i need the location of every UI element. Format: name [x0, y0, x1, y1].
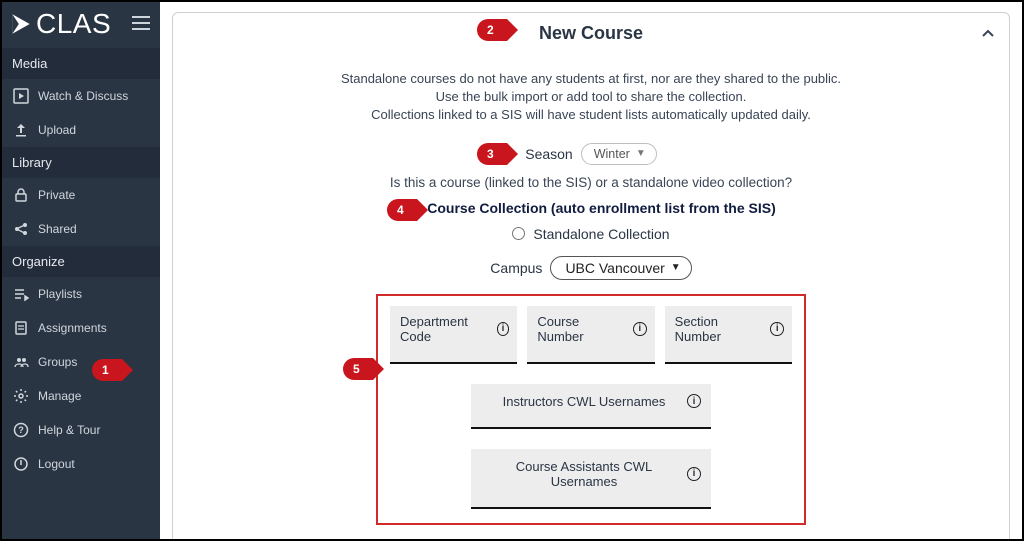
- logo: CLAS: [8, 8, 111, 40]
- upload-icon: [12, 121, 30, 139]
- course-fields-box: Department Code i Course Number i Sectio…: [376, 294, 806, 525]
- share-icon: [12, 220, 30, 238]
- radio-course-label: Course Collection (auto enrollment list …: [427, 200, 775, 216]
- campus-value: UBC Vancouver: [565, 260, 664, 276]
- main-panel: 2 New Course Standalone courses do not h…: [160, 2, 1022, 539]
- dept-code-label: Department Code: [400, 314, 491, 344]
- callout-2: 2: [477, 19, 507, 41]
- sidebar-item-label: Upload: [38, 123, 76, 137]
- campus-label: Campus: [490, 260, 542, 276]
- sidebar-item-upload[interactable]: Upload: [2, 113, 160, 147]
- sidebar-item-label: Shared: [38, 222, 77, 236]
- callout-4: 4: [387, 199, 417, 221]
- chevron-down-icon: ▼: [671, 262, 681, 273]
- radio-standalone-label: Standalone Collection: [533, 226, 669, 242]
- info-icon[interactable]: i: [497, 322, 510, 336]
- lock-icon: [12, 186, 30, 204]
- play-box-icon: [12, 87, 30, 105]
- help-icon: ?: [12, 421, 30, 439]
- sidebar-item-label: Help & Tour: [38, 423, 100, 437]
- campus-select[interactable]: UBC Vancouver ▼: [550, 256, 691, 280]
- chevron-down-icon: ▼: [636, 148, 646, 159]
- sidebar: CLAS Media Watch & Discuss Upload Librar…: [2, 2, 160, 539]
- info-icon[interactable]: i: [687, 467, 701, 481]
- sidebar-item-private[interactable]: Private: [2, 178, 160, 212]
- sidebar-section-library: Library: [2, 147, 160, 178]
- instructors-input[interactable]: Instructors CWL Usernames i: [471, 384, 711, 429]
- info-icon[interactable]: i: [770, 322, 784, 336]
- section-number-label: Section Number: [675, 314, 765, 344]
- season-select[interactable]: Winter ▼: [581, 143, 657, 165]
- sidebar-item-shared[interactable]: Shared: [2, 212, 160, 246]
- callout-1: 1: [92, 359, 122, 381]
- sidebar-item-help[interactable]: ? Help & Tour: [2, 413, 160, 447]
- sidebar-item-label: Assignments: [38, 321, 107, 335]
- groups-icon: [12, 353, 30, 371]
- callout-3: 3: [477, 143, 507, 165]
- radio-standalone-collection[interactable]: [512, 227, 525, 240]
- sidebar-section-organize: Organize: [2, 246, 160, 277]
- hint-text: Standalone courses do not have any stude…: [173, 54, 1009, 131]
- season-label: Season: [525, 146, 572, 162]
- sidebar-item-label: Manage: [38, 389, 81, 403]
- sidebar-item-groups[interactable]: Groups: [2, 345, 160, 379]
- sidebar-item-label: Groups: [38, 355, 77, 369]
- course-number-label: Course Number: [537, 314, 627, 344]
- card-title: New Course: [539, 23, 643, 44]
- collapse-icon[interactable]: [981, 27, 995, 46]
- dept-code-input[interactable]: Department Code i: [390, 306, 517, 364]
- season-value: Winter: [594, 147, 630, 161]
- assistants-label: Course Assistants CWL Usernames: [481, 459, 687, 489]
- hamburger-icon[interactable]: [132, 16, 150, 33]
- section-number-input[interactable]: Section Number i: [665, 306, 792, 364]
- sidebar-item-label: Private: [38, 188, 75, 202]
- sidebar-item-label: Playlists: [38, 287, 82, 301]
- assistants-input[interactable]: Course Assistants CWL Usernames i: [471, 449, 711, 509]
- course-number-input[interactable]: Course Number i: [527, 306, 654, 364]
- sidebar-item-manage[interactable]: Manage: [2, 379, 160, 413]
- playlist-icon: [12, 285, 30, 303]
- info-icon[interactable]: i: [633, 322, 647, 336]
- sidebar-item-logout[interactable]: Logout: [2, 447, 160, 481]
- svg-text:?: ?: [18, 425, 24, 435]
- new-course-card: 2 New Course Standalone courses do not h…: [172, 12, 1010, 539]
- sidebar-item-playlists[interactable]: Playlists: [2, 277, 160, 311]
- sidebar-item-assignments[interactable]: Assignments: [2, 311, 160, 345]
- logout-icon: [12, 455, 30, 473]
- gear-icon: [12, 387, 30, 405]
- sidebar-section-media: Media: [2, 48, 160, 79]
- instructors-label: Instructors CWL Usernames: [481, 394, 687, 409]
- assignment-icon: [12, 319, 30, 337]
- sidebar-item-watch[interactable]: Watch & Discuss: [2, 79, 160, 113]
- sidebar-item-label: Logout: [38, 457, 75, 471]
- play-triangle-icon: [8, 11, 34, 37]
- sidebar-item-label: Watch & Discuss: [38, 89, 128, 103]
- info-icon[interactable]: i: [687, 394, 701, 408]
- callout-5: 5: [343, 358, 373, 380]
- collection-type-question: Is this a course (linked to the SIS) or …: [173, 175, 1009, 190]
